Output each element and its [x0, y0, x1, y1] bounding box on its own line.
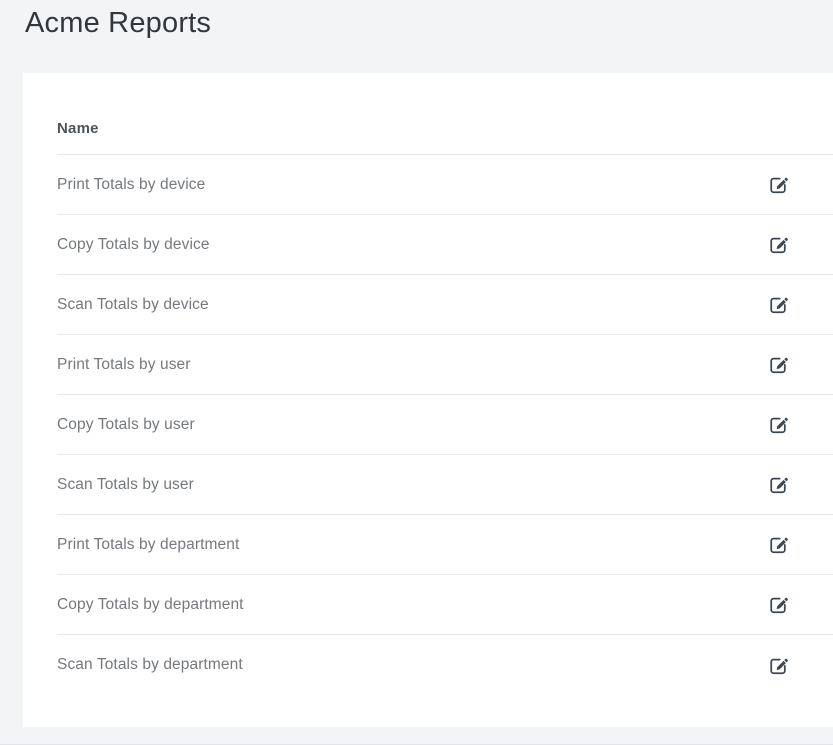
report-name: Scan Totals by user: [57, 476, 194, 494]
table-row: Copy Totals by device: [57, 215, 833, 275]
edit-icon: [768, 354, 789, 375]
edit-icon: [768, 174, 789, 195]
column-header-name: Name: [57, 120, 99, 137]
edit-report-button[interactable]: [765, 472, 791, 498]
edit-icon: [768, 234, 789, 255]
edit-icon: [768, 294, 789, 315]
report-name: Print Totals by department: [57, 536, 239, 554]
edit-report-button[interactable]: [765, 172, 791, 198]
table-row: Copy Totals by user: [57, 395, 833, 455]
table-row: Scan Totals by department: [57, 635, 833, 695]
table-row: Print Totals by department: [57, 515, 833, 575]
report-name: Scan Totals by department: [57, 656, 243, 674]
edit-report-button[interactable]: [765, 592, 791, 618]
edit-icon: [768, 414, 789, 435]
report-name: Print Totals by device: [57, 176, 205, 194]
edit-report-button[interactable]: [765, 412, 791, 438]
edit-report-button[interactable]: [765, 652, 791, 678]
report-name: Copy Totals by user: [57, 416, 195, 434]
edit-icon: [768, 534, 789, 555]
edit-report-button[interactable]: [765, 352, 791, 378]
table-row: Print Totals by device: [57, 155, 833, 215]
report-name: Print Totals by user: [57, 356, 191, 374]
edit-icon: [768, 474, 789, 495]
report-name: Copy Totals by department: [57, 596, 244, 614]
edit-report-button[interactable]: [765, 532, 791, 558]
edit-icon: [768, 594, 789, 615]
page-title: Acme Reports: [25, 5, 211, 41]
table-row: Scan Totals by user: [57, 455, 833, 515]
report-name: Scan Totals by device: [57, 296, 209, 314]
table-row: Print Totals by user: [57, 335, 833, 395]
edit-icon: [768, 655, 789, 676]
reports-card: Name Print Totals by device Copy Totals …: [23, 73, 833, 727]
report-list: Print Totals by device Copy Totals by de…: [23, 155, 833, 695]
table-row: Copy Totals by department: [57, 575, 833, 635]
report-name: Copy Totals by device: [57, 236, 210, 254]
edit-report-button[interactable]: [765, 232, 791, 258]
table-header-row: Name: [57, 73, 833, 155]
table-row: Scan Totals by device: [57, 275, 833, 335]
edit-report-button[interactable]: [765, 292, 791, 318]
